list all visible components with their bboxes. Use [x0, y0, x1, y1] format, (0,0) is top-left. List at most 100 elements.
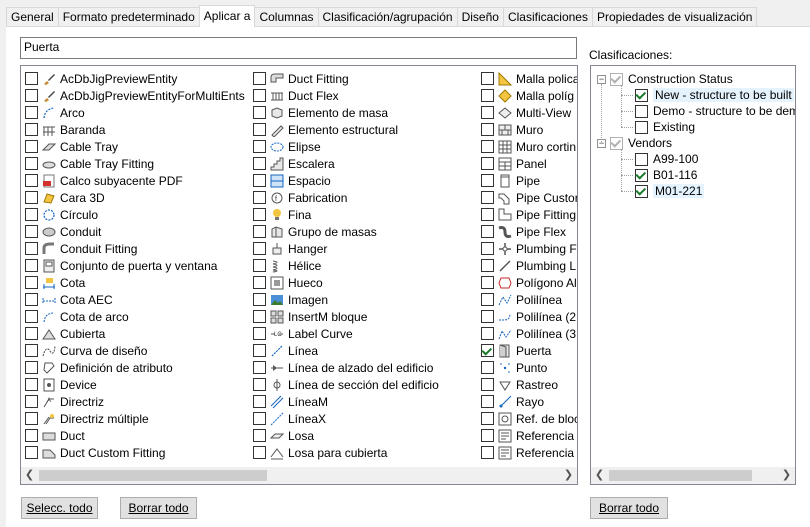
object-type-item[interactable]: Hueco	[249, 274, 477, 291]
object-type-checkbox[interactable]	[25, 225, 38, 238]
object-type-item[interactable]: Elipse	[249, 138, 477, 155]
object-type-item[interactable]: Hélice	[249, 257, 477, 274]
object-type-checkbox[interactable]	[253, 208, 266, 221]
object-type-checkbox[interactable]	[25, 446, 38, 459]
object-type-item[interactable]: Losa	[249, 427, 477, 444]
object-type-checkbox[interactable]	[481, 446, 494, 459]
object-type-item[interactable]: Línea de alzado del edificio	[249, 359, 477, 376]
object-type-checkbox[interactable]	[253, 242, 266, 255]
object-type-item[interactable]: Referencia c	[477, 444, 577, 461]
object-type-item[interactable]: Pipe	[477, 172, 577, 189]
collapse-icon[interactable]: −	[597, 74, 606, 84]
object-type-checkbox[interactable]	[25, 242, 38, 255]
object-type-checkbox[interactable]	[25, 429, 38, 442]
object-type-item[interactable]: Imagen	[249, 291, 477, 308]
object-type-checkbox[interactable]	[253, 225, 266, 238]
object-type-item[interactable]: Cota de arco	[21, 308, 249, 325]
object-type-item[interactable]: Plumbing L	[477, 257, 577, 274]
object-type-checkbox[interactable]	[253, 327, 266, 340]
object-type-checkbox[interactable]	[25, 259, 38, 272]
object-type-item[interactable]: Plumbing F	[477, 240, 577, 257]
object-type-item[interactable]: Polilínea (2I	[477, 308, 577, 325]
object-type-item[interactable]: Rayo	[477, 393, 577, 410]
object-type-checkbox[interactable]	[253, 429, 266, 442]
object-type-checkbox[interactable]	[253, 89, 266, 102]
object-type-checkbox[interactable]	[253, 446, 266, 459]
object-type-item[interactable]: Polilínea (3I	[477, 325, 577, 342]
object-type-checkbox[interactable]	[481, 123, 494, 136]
tab-5[interactable]: Diseño	[456, 7, 504, 26]
object-type-item[interactable]: Duct Flex	[249, 87, 477, 104]
object-type-item[interactable]: Muro cortin	[477, 138, 577, 155]
tree-horizontal-scrollbar[interactable]: ❮ ❯	[591, 467, 795, 484]
object-type-checkbox[interactable]	[481, 361, 494, 374]
object-type-checkbox[interactable]	[25, 378, 38, 391]
select-all-button[interactable]: Selecc. todo	[21, 497, 98, 519]
object-type-item[interactable]: Punto	[477, 359, 577, 376]
object-type-item[interactable]: Rastreo	[477, 376, 577, 393]
object-type-checkbox[interactable]	[253, 72, 266, 85]
object-type-list[interactable]: AcDbJigPreviewEntity AcDbJigPreviewEntity…	[20, 65, 578, 485]
horizontal-scrollbar[interactable]: ❮ ❯	[21, 467, 577, 484]
object-type-checkbox[interactable]	[481, 208, 494, 221]
object-type-item[interactable]: Malla polica	[477, 70, 577, 87]
object-type-checkbox[interactable]	[253, 378, 266, 391]
object-type-checkbox[interactable]	[25, 106, 38, 119]
object-type-item[interactable]: Cota	[21, 274, 249, 291]
object-type-checkbox[interactable]	[253, 174, 266, 187]
object-type-item[interactable]: Losa para cubierta	[249, 444, 477, 461]
tree-item[interactable]: New - structure to be built	[635, 87, 794, 103]
tree-item[interactable]: A99-100	[635, 151, 698, 167]
object-type-item[interactable]: Cara 3D	[21, 189, 249, 206]
object-type-checkbox[interactable]	[253, 412, 266, 425]
object-type-checkbox[interactable]	[253, 310, 266, 323]
object-type-checkbox[interactable]	[25, 276, 38, 289]
object-type-item[interactable]: Cubierta	[21, 325, 249, 342]
object-type-checkbox[interactable]	[481, 174, 494, 187]
clear-all-classifications-button[interactable]: Borrar todo	[590, 497, 668, 519]
object-type-item[interactable]: AcDbJigPreviewEntityForMultiEnts	[21, 87, 249, 104]
object-type-item[interactable]: Elemento estructural	[249, 121, 477, 138]
object-type-checkbox[interactable]	[25, 123, 38, 136]
object-type-item[interactable]: Línea	[249, 342, 477, 359]
object-type-checkbox[interactable]	[481, 276, 494, 289]
object-type-checkbox[interactable]	[25, 157, 38, 170]
object-type-checkbox[interactable]	[25, 293, 38, 306]
tree-item-checkbox[interactable]	[635, 88, 648, 102]
tree-group[interactable]: − Vendors	[597, 135, 672, 151]
object-type-checkbox[interactable]	[25, 395, 38, 408]
object-type-item[interactable]: Grupo de masas	[249, 223, 477, 240]
search-input[interactable]: Puerta	[20, 37, 577, 59]
object-type-item[interactable]: Pipe Custor	[477, 189, 577, 206]
object-type-item[interactable]: Conjunto de puerta y ventana	[21, 257, 249, 274]
object-type-item[interactable]: Device	[21, 376, 249, 393]
object-type-item[interactable]: Línea de sección del edificio	[249, 376, 477, 393]
object-type-item[interactable]: Cable Tray	[21, 138, 249, 155]
tab-1[interactable]: Formato predeterminado	[57, 7, 200, 26]
object-type-item[interactable]: Panel	[477, 155, 577, 172]
object-type-item[interactable]: Cable Tray Fitting	[21, 155, 249, 172]
object-type-item[interactable]: Elemento de masa	[249, 104, 477, 121]
tab-3[interactable]: Columnas	[254, 7, 319, 26]
object-type-checkbox[interactable]	[253, 140, 266, 153]
object-type-checkbox[interactable]	[481, 259, 494, 272]
tree-item-checkbox[interactable]	[635, 168, 648, 182]
object-type-item[interactable]: Espacio	[249, 172, 477, 189]
tree-item[interactable]: B01-116	[635, 167, 697, 183]
tree-group[interactable]: − Construction Status	[597, 71, 733, 87]
object-type-checkbox[interactable]	[253, 157, 266, 170]
object-type-checkbox[interactable]	[481, 293, 494, 306]
clear-all-button[interactable]: Borrar todo	[120, 497, 197, 519]
classifications-tree[interactable]: − Construction Status New - structure to b…	[590, 65, 796, 485]
object-type-checkbox[interactable]	[481, 395, 494, 408]
object-type-item[interactable]: Arco	[21, 104, 249, 121]
object-type-checkbox[interactable]	[481, 429, 494, 442]
object-type-checkbox[interactable]	[253, 123, 266, 136]
tree-item[interactable]: Demo - structure to be demolis	[635, 103, 795, 119]
object-type-checkbox[interactable]	[481, 106, 494, 119]
object-type-item[interactable]: Círculo	[21, 206, 249, 223]
object-type-checkbox[interactable]	[253, 276, 266, 289]
object-type-item[interactable]: Pipe Fitting	[477, 206, 577, 223]
tree-item-checkbox[interactable]	[635, 184, 648, 198]
object-type-checkbox[interactable]	[253, 293, 266, 306]
